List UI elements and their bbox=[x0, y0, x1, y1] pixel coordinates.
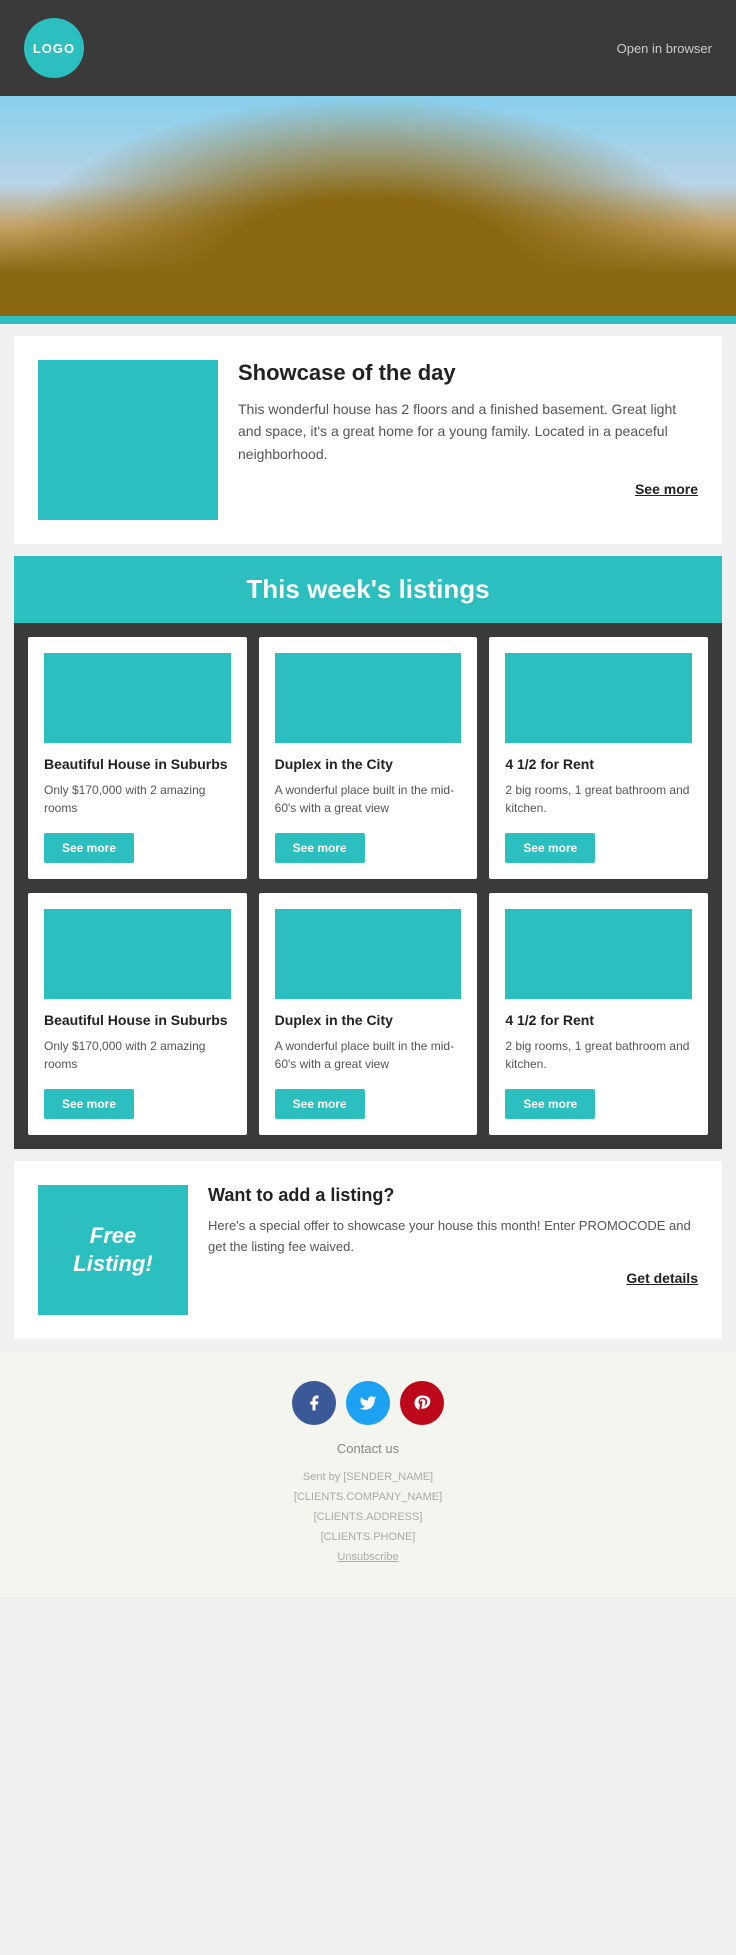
email-wrapper: LOGO Open in browser Showcase of the day… bbox=[0, 0, 736, 1597]
listing-image-1 bbox=[44, 653, 231, 743]
pinterest-icon[interactable] bbox=[400, 1381, 444, 1425]
social-icons bbox=[20, 1381, 716, 1425]
listing-image-3 bbox=[505, 653, 692, 743]
showcase-image bbox=[38, 360, 218, 520]
footer-unsubscribe-link[interactable]: Unsubscribe bbox=[20, 1548, 716, 1568]
showcase-title: Showcase of the day bbox=[238, 360, 698, 386]
listing-see-more-button-5[interactable]: See more bbox=[275, 1089, 365, 1119]
hero-image bbox=[0, 96, 736, 316]
listing-desc-6: 2 big rooms, 1 great bathroom and kitche… bbox=[505, 1037, 692, 1073]
listing-image-2 bbox=[275, 653, 462, 743]
listing-image-6 bbox=[505, 909, 692, 999]
showcase-see-more-link[interactable]: See more bbox=[238, 481, 698, 497]
listing-title-1: Beautiful House in Suburbs bbox=[44, 755, 231, 773]
listings-grid-row2: Beautiful House in Suburbs Only $170,000… bbox=[14, 893, 722, 1149]
listing-desc-2: A wonderful place built in the mid-60's … bbox=[275, 781, 462, 817]
listing-desc-4: Only $170,000 with 2 amazing rooms bbox=[44, 1037, 231, 1073]
listings-grid-row1: Beautiful House in Suburbs Only $170,000… bbox=[14, 623, 722, 893]
free-listing-title: Want to add a listing? bbox=[208, 1185, 698, 1206]
teal-accent-bar bbox=[0, 316, 736, 324]
footer: Contact us Sent by [SENDER_NAME] [CLIENT… bbox=[0, 1351, 736, 1597]
listing-card-5: Duplex in the City A wonderful place bui… bbox=[259, 893, 478, 1135]
listing-title-4: Beautiful House in Suburbs bbox=[44, 1011, 231, 1029]
listing-image-5 bbox=[275, 909, 462, 999]
footer-phone: [CLIENTS.PHONE] bbox=[20, 1528, 716, 1548]
listing-title-6: 4 1/2 for Rent bbox=[505, 1011, 692, 1029]
listing-card-6: 4 1/2 for Rent 2 big rooms, 1 great bath… bbox=[489, 893, 708, 1135]
free-listing-section: FreeListing! Want to add a listing? Here… bbox=[14, 1161, 722, 1339]
free-listing-description: Here's a special offer to showcase your … bbox=[208, 1216, 698, 1258]
listing-card-2: Duplex in the City A wonderful place bui… bbox=[259, 637, 478, 879]
showcase-description: This wonderful house has 2 floors and a … bbox=[238, 398, 698, 465]
listing-title-2: Duplex in the City bbox=[275, 755, 462, 773]
twitter-icon[interactable] bbox=[346, 1381, 390, 1425]
facebook-icon[interactable] bbox=[292, 1381, 336, 1425]
listing-see-more-button-3[interactable]: See more bbox=[505, 833, 595, 863]
listing-title-5: Duplex in the City bbox=[275, 1011, 462, 1029]
showcase-section: Showcase of the day This wonderful house… bbox=[14, 336, 722, 544]
listing-card-1: Beautiful House in Suburbs Only $170,000… bbox=[28, 637, 247, 879]
footer-contact-label[interactable]: Contact us bbox=[20, 1441, 716, 1456]
listing-image-4 bbox=[44, 909, 231, 999]
footer-sent-by: Sent by [SENDER_NAME] bbox=[20, 1468, 716, 1488]
free-listing-image: FreeListing! bbox=[38, 1185, 188, 1315]
listing-card-3: 4 1/2 for Rent 2 big rooms, 1 great bath… bbox=[489, 637, 708, 879]
listing-see-more-button-6[interactable]: See more bbox=[505, 1089, 595, 1119]
listing-desc-5: A wonderful place built in the mid-60's … bbox=[275, 1037, 462, 1073]
listing-see-more-button-4[interactable]: See more bbox=[44, 1089, 134, 1119]
footer-info: Sent by [SENDER_NAME] [CLIENTS.COMPANY_N… bbox=[20, 1468, 716, 1567]
listing-card-4: Beautiful House in Suburbs Only $170,000… bbox=[28, 893, 247, 1135]
free-listing-content: Want to add a listing? Here's a special … bbox=[208, 1185, 698, 1286]
header: LOGO Open in browser bbox=[0, 0, 736, 96]
footer-company: [CLIENTS.COMPANY_NAME] bbox=[20, 1488, 716, 1508]
logo: LOGO bbox=[24, 18, 84, 78]
listing-desc-1: Only $170,000 with 2 amazing rooms bbox=[44, 781, 231, 817]
listing-see-more-button-1[interactable]: See more bbox=[44, 833, 134, 863]
listings-title: This week's listings bbox=[32, 574, 704, 605]
showcase-content: Showcase of the day This wonderful house… bbox=[238, 360, 698, 497]
open-in-browser-link[interactable]: Open in browser bbox=[617, 41, 712, 56]
listing-desc-3: 2 big rooms, 1 great bathroom and kitche… bbox=[505, 781, 692, 817]
listing-title-3: 4 1/2 for Rent bbox=[505, 755, 692, 773]
listing-see-more-button-2[interactable]: See more bbox=[275, 833, 365, 863]
footer-address: [CLIENTS.ADDRESS] bbox=[20, 1508, 716, 1528]
get-details-link[interactable]: Get details bbox=[208, 1270, 698, 1286]
listings-header: This week's listings bbox=[14, 556, 722, 623]
